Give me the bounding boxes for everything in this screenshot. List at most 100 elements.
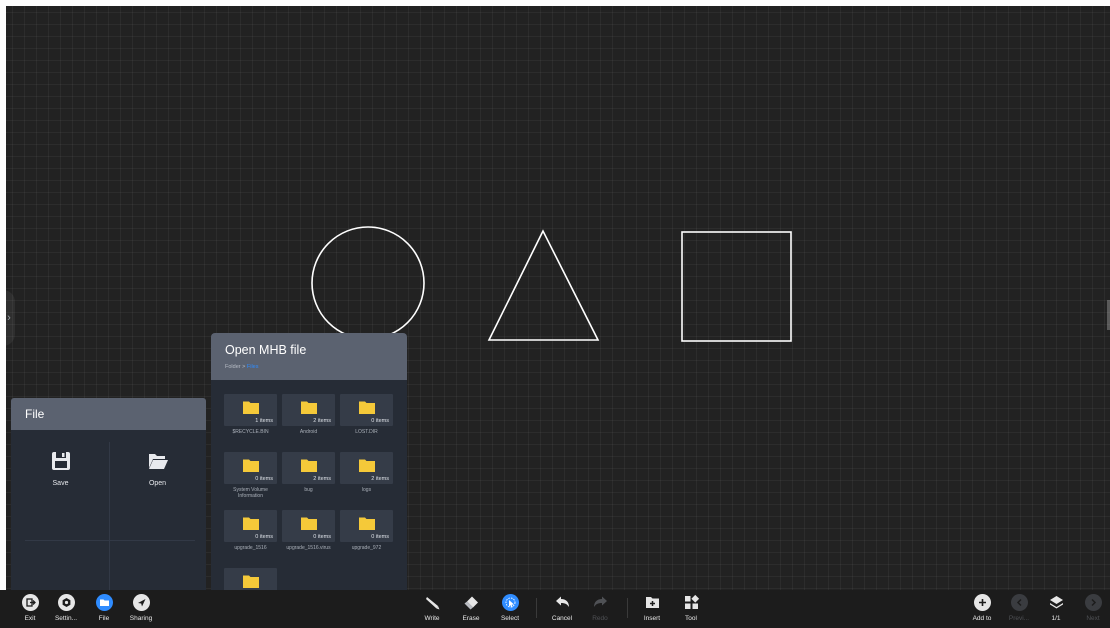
page-layers-button[interactable]: 1/1 [1036, 594, 1076, 626]
erase-button[interactable]: Erase [451, 594, 491, 626]
folder-item-name: upgrade_972 [351, 545, 382, 551]
folder-item[interactable] [224, 568, 277, 590]
folder-item[interactable]: 2 items Android [282, 394, 335, 448]
drawn-square[interactable] [681, 231, 792, 342]
folder-icon [359, 459, 375, 472]
folder-item[interactable]: 2 items logs [340, 452, 393, 506]
cancel-label: Cancel [551, 615, 573, 622]
folder-item-name: upgrade_1516 [234, 545, 267, 551]
write-button[interactable]: Write [412, 594, 452, 626]
floppy-disk-icon [51, 452, 70, 470]
insert-icon [644, 594, 661, 611]
cancel-undo-button[interactable]: Cancel [542, 594, 582, 626]
next-page-button[interactable]: Next [1073, 594, 1110, 626]
toolbar-separator [627, 598, 628, 618]
redo-arrow-icon [592, 594, 609, 611]
folder-item-count: 0 items [255, 476, 273, 482]
toolbar-separator [536, 598, 537, 618]
tool-label: Tool [685, 615, 697, 622]
open-mhb-file-dialog: Open MHB file Folder > Files 1 items $REC… [211, 333, 407, 590]
tool-button[interactable]: Tool [671, 594, 711, 626]
tool-grid-icon [683, 594, 700, 611]
folder-icon [243, 517, 259, 530]
folder-icon [243, 401, 259, 414]
folder-thumbnail: 0 items [282, 510, 335, 542]
layers-icon [1048, 594, 1065, 611]
folder-thumbnail: 0 items [340, 394, 393, 426]
insert-button[interactable]: Insert [632, 594, 672, 626]
add-to-button[interactable]: Add to [962, 594, 1002, 626]
folder-item-count: 0 items [371, 534, 389, 540]
folder-icon [359, 517, 375, 530]
share-arrow-icon [132, 594, 150, 611]
folder-item-name: LOST.DIR [355, 429, 378, 435]
breadcrumb: Folder > Files [225, 364, 393, 370]
save-label: Save [52, 480, 69, 487]
folder-item[interactable]: 2 items bug [282, 452, 335, 506]
drawn-triangle[interactable] [487, 229, 600, 341]
folder-item-name: bug [304, 487, 313, 493]
folder-item-count: 0 items [371, 418, 389, 424]
select-button[interactable]: Select [490, 594, 530, 626]
folder-item-count: 2 items [313, 418, 331, 424]
left-edge-expand-handle[interactable]: › [3, 290, 15, 346]
breadcrumb-current[interactable]: Files [247, 364, 259, 370]
folder-thumbnail: 2 items [340, 452, 393, 484]
folder-item-count: 1 items [255, 418, 273, 424]
file-panel-title: File [25, 407, 45, 421]
insert-label: Insert [643, 615, 661, 622]
folder-item-name: logs [361, 487, 372, 493]
gear-icon [57, 594, 75, 611]
breadcrumb-separator: > [242, 364, 246, 370]
folder-item[interactable]: 0 items upgrade_1516.virus [282, 510, 335, 564]
file-panel-header: File [11, 398, 206, 430]
sharing-label: Sharing [129, 615, 153, 622]
previous-label: Previ... [1008, 615, 1030, 622]
bottom-toolbar: Exit Settin... File Sharing Write Erase [0, 590, 1110, 628]
write-label: Write [424, 615, 440, 622]
save-button[interactable]: Save [12, 450, 109, 520]
open-button[interactable]: Open [109, 450, 206, 520]
drawn-circle[interactable] [311, 226, 425, 340]
folder-item-name: System Volume Information [233, 487, 268, 499]
eraser-icon [463, 594, 480, 611]
folder-thumbnail: 2 items [282, 452, 335, 484]
open-dialog-title: Open MHB file [225, 343, 307, 357]
folder-thumbnail: 0 items [224, 510, 277, 542]
folder-item-count: 2 items [313, 476, 331, 482]
folder-icon [301, 401, 317, 414]
folder-item-name: upgrade_1516.virus [286, 545, 331, 551]
open-label: Open [148, 480, 167, 487]
chevron-right-icon: › [7, 312, 11, 324]
next-label: Next [1086, 615, 1100, 622]
folder-thumbnail: 2 items [282, 394, 335, 426]
file-button[interactable]: File [84, 594, 124, 626]
folder-item[interactable]: 0 items upgrade_1516 [224, 510, 277, 564]
undo-arrow-icon [554, 594, 571, 611]
exit-icon [21, 594, 39, 611]
folder-item-name: Android [299, 429, 318, 435]
folder-item[interactable]: 0 items upgrade_972 [340, 510, 393, 564]
folder-icon [243, 575, 259, 588]
folder-icon [95, 594, 113, 611]
exit-button[interactable]: Exit [10, 594, 50, 626]
redo-label: Redo [592, 615, 608, 622]
chevron-left-icon [1010, 594, 1028, 611]
chevron-right-icon [1084, 594, 1102, 611]
breadcrumb-root[interactable]: Folder [225, 364, 241, 370]
folder-thumbnail: 1 items [224, 394, 277, 426]
settings-label: Settin... [54, 615, 78, 622]
folder-item[interactable]: 0 items LOST.DIR [340, 394, 393, 448]
folder-thumbnail [224, 568, 277, 590]
folder-item[interactable]: 0 items System Volume Information [224, 452, 277, 506]
redo-button[interactable]: Redo [580, 594, 620, 626]
settings-button[interactable]: Settin... [46, 594, 86, 626]
pen-icon [424, 594, 441, 611]
previous-page-button[interactable]: Previ... [999, 594, 1039, 626]
file-panel-divider-horizontal [25, 540, 195, 541]
sharing-button[interactable]: Sharing [121, 594, 161, 626]
folder-item-count: 0 items [255, 534, 273, 540]
folder-item[interactable]: 1 items $RECYCLE.BIN [224, 394, 277, 448]
exit-label: Exit [24, 615, 36, 622]
select-cursor-icon [501, 594, 519, 611]
